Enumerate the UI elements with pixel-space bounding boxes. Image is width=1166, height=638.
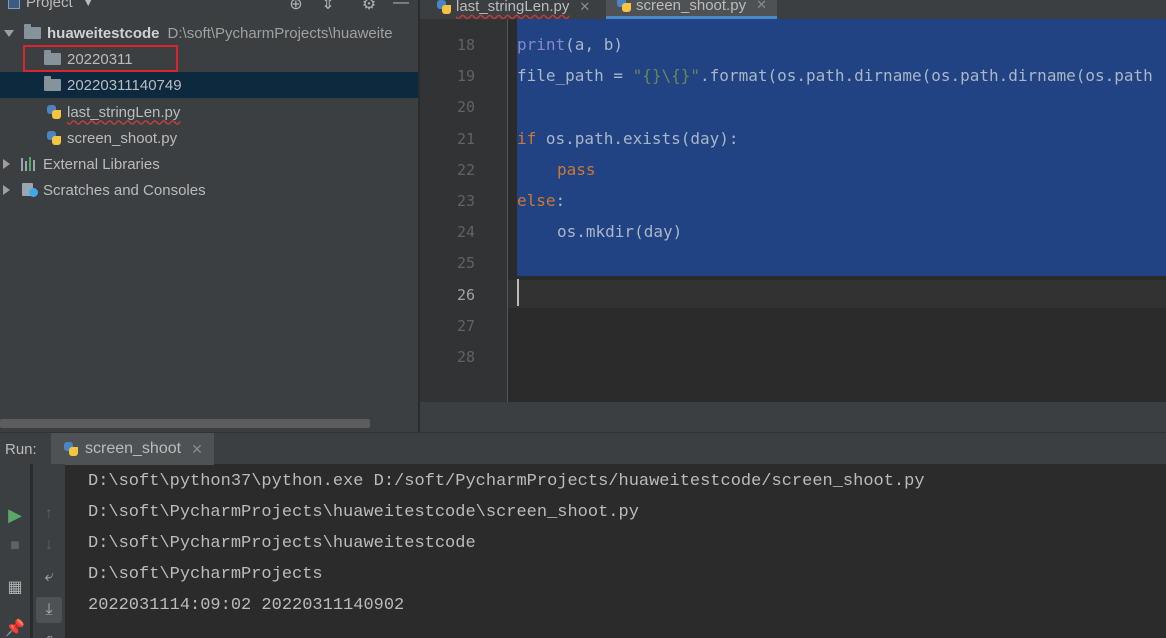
line-number-current: 26 xyxy=(456,286,475,304)
folder-icon xyxy=(44,76,61,91)
run-tab-label: screen_shoot xyxy=(85,440,182,457)
expand-arrow-icon[interactable] xyxy=(4,29,14,37)
code-token: print xyxy=(517,35,566,54)
code-token: .format(os.path.dirname(os.path.dirname(… xyxy=(700,66,1153,85)
project-panel: Project ▼ ⊕ ⇕ ⚙ — huaweitestcode D:\soft… xyxy=(0,0,418,432)
run-tab-screen-shoot[interactable]: screen_shoot ✕ xyxy=(51,433,214,465)
scratches-icon xyxy=(21,182,39,198)
tree-item-file-last-stringlen[interactable]: last_stringLen.py xyxy=(0,99,418,125)
code-token-string: "{}\{}" xyxy=(632,66,701,85)
code-line-23[interactable]: else: xyxy=(517,191,565,210)
code-editor: last_stringLen.py ✕ screen_shoot.py ✕ 18… xyxy=(420,0,1166,432)
scroll-to-end-icon[interactable]: ⤓ xyxy=(36,597,62,623)
python-file-icon xyxy=(46,130,62,146)
code-line-21[interactable]: if os.path.exists(day): xyxy=(517,129,739,148)
code-token: : xyxy=(555,191,566,210)
annotation-highlight-box xyxy=(23,45,178,72)
library-icon xyxy=(21,157,39,171)
code-line-19[interactable]: file_path = "{}\{}".format(os.path.dirna… xyxy=(517,66,1153,85)
tree-root-name: huaweitestcode xyxy=(47,24,160,42)
rerun-icon[interactable]: ▶ xyxy=(2,502,28,528)
run-tool-window: Run: screen_shoot ✕ ▶ ■ ▦ 📌 ↑ ↓ ⤶ ⤓ ⎙ D:… xyxy=(0,432,1166,638)
line-number: 25 xyxy=(456,254,475,272)
project-icon xyxy=(8,0,20,9)
tab-screen-shoot[interactable]: screen_shoot.py ✕ xyxy=(606,0,777,19)
code-line-22[interactable]: pass xyxy=(557,160,596,179)
tab-label: screen_shoot.py xyxy=(636,0,747,14)
tree-item-scratches-and-consoles[interactable]: Scratches and Consoles xyxy=(0,177,418,203)
expand-arrow-icon[interactable] xyxy=(3,185,10,195)
project-view-selector[interactable]: Project ▼ xyxy=(8,0,94,11)
project-horizontal-scrollbar[interactable] xyxy=(0,419,370,428)
locate-icon[interactable]: ⊕ xyxy=(286,0,306,13)
console-output-line: 2022031114:09:02 20220311140902 xyxy=(88,596,405,615)
project-panel-header: Project ▼ ⊕ ⇕ ⚙ — xyxy=(0,0,418,18)
minimize-icon[interactable]: — xyxy=(391,0,411,12)
tree-item-label: External Libraries xyxy=(43,155,160,173)
code-token: (a, b) xyxy=(565,35,623,54)
python-file-icon xyxy=(46,104,62,120)
code-token-keyword: if xyxy=(517,129,537,148)
expand-arrow-icon[interactable] xyxy=(3,159,10,169)
line-number: 19 xyxy=(456,67,475,85)
console-output-line: D:\soft\PycharmProjects\huaweitestcode\s… xyxy=(88,503,639,522)
run-toolbar-primary: ▶ ■ ▦ 📌 xyxy=(0,464,30,638)
tree-item-folder-20220311140749[interactable]: 20220311140749 xyxy=(0,72,418,98)
tree-item-label: 20220311140749 xyxy=(67,76,182,94)
project-title: Project xyxy=(26,0,73,11)
line-number: 27 xyxy=(456,317,475,335)
layout-icon[interactable]: ▦ xyxy=(2,574,28,600)
python-file-icon xyxy=(436,0,452,15)
code-token: os.path.exists(day): xyxy=(536,129,739,148)
close-icon[interactable]: ✕ xyxy=(579,0,590,15)
tree-root-huaweitestcode[interactable]: huaweitestcode D:\soft\PycharmProjects\h… xyxy=(0,20,418,46)
code-token-keyword: pass xyxy=(557,160,596,179)
code-line-18[interactable]: print(a, b) xyxy=(517,35,623,54)
tree-item-label: last_stringLen.py xyxy=(67,103,181,121)
line-number: 18 xyxy=(456,36,475,54)
run-toolbar-secondary: ↑ ↓ ⤶ ⤓ ⎙ xyxy=(33,464,65,638)
soft-wrap-icon[interactable]: ⤶ xyxy=(36,564,62,590)
line-number: 21 xyxy=(456,130,475,148)
console-output-line: D:\soft\PycharmProjects\huaweitestcode xyxy=(88,534,476,553)
tree-item-label: screen_shoot.py xyxy=(67,129,178,147)
line-number: 24 xyxy=(456,223,475,241)
tab-last-stringlen[interactable]: last_stringLen.py ✕ xyxy=(426,0,600,19)
arrow-down-icon[interactable]: ↓ xyxy=(36,532,62,558)
close-icon[interactable]: ✕ xyxy=(191,441,203,458)
tree-item-file-screen-shoot[interactable]: screen_shoot.py xyxy=(0,125,418,151)
chevron-down-icon: ▼ xyxy=(82,0,94,9)
pin-icon[interactable]: 📌 xyxy=(2,615,28,638)
gear-icon[interactable]: ⚙ xyxy=(359,0,379,13)
run-label: Run: xyxy=(5,441,37,458)
line-number: 20 xyxy=(456,98,475,116)
tab-label: last_stringLen.py xyxy=(456,0,570,15)
folder-icon xyxy=(24,24,41,39)
code-line-24[interactable]: os.mkdir(day) xyxy=(557,222,682,241)
close-icon[interactable]: ✕ xyxy=(756,0,767,13)
line-number: 23 xyxy=(456,192,475,210)
run-header: Run: screen_shoot ✕ xyxy=(0,432,1166,465)
arrow-up-icon[interactable]: ↑ xyxy=(36,501,62,527)
editor-tab-bar: last_stringLen.py ✕ screen_shoot.py ✕ xyxy=(420,0,1166,19)
tree-root-path: D:\soft\PycharmProjects\huaweite xyxy=(167,24,393,42)
console-output-line: D:\soft\PycharmProjects xyxy=(88,565,323,584)
tree-item-label: Scratches and Consoles xyxy=(43,181,206,199)
line-number: 28 xyxy=(456,348,475,366)
python-file-icon xyxy=(63,441,79,457)
editor-bottom-area xyxy=(420,402,1166,432)
collapse-all-icon[interactable]: ⇕ xyxy=(318,0,338,13)
current-line-highlight xyxy=(508,280,1166,308)
text-caret xyxy=(517,279,519,306)
stop-icon[interactable]: ■ xyxy=(2,533,28,559)
console-output-line: D:\soft\python37\python.exe D:/soft/Pych… xyxy=(88,472,925,491)
code-token-keyword: else xyxy=(517,191,556,210)
line-number: 22 xyxy=(456,161,475,179)
gutter-divider xyxy=(507,19,508,402)
code-token: file_path = xyxy=(517,66,633,85)
print-icon[interactable]: ⎙ xyxy=(36,630,62,638)
python-file-icon xyxy=(616,0,632,13)
tree-item-external-libraries[interactable]: External Libraries xyxy=(0,151,418,177)
